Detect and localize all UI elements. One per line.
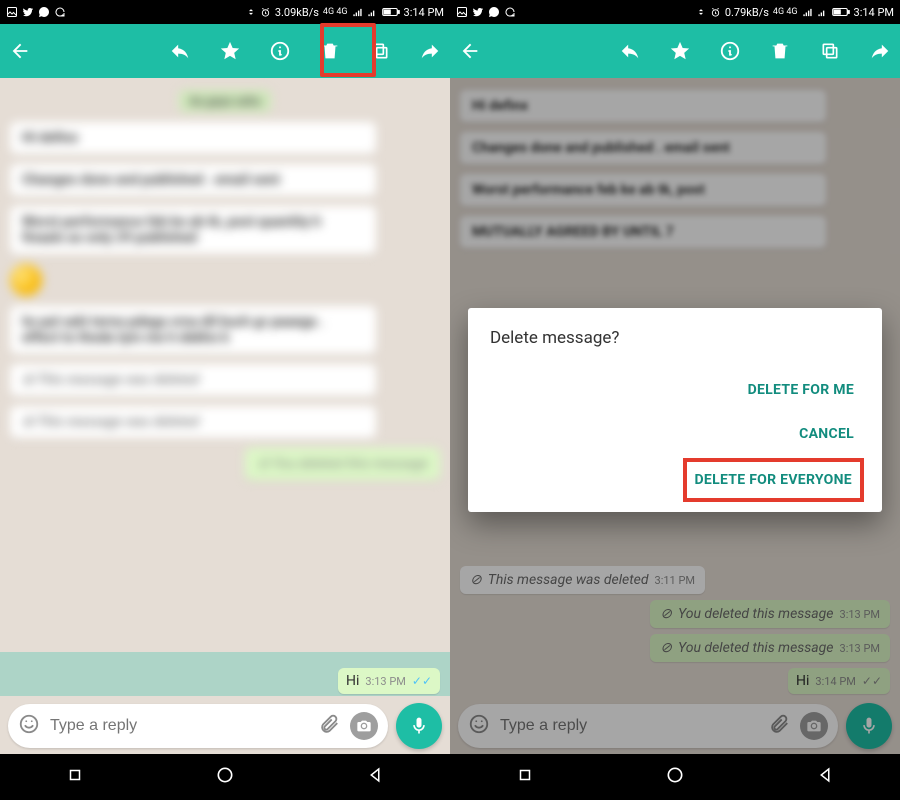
message-time: 3:13 PM [365, 675, 405, 688]
star-icon[interactable] [668, 39, 692, 63]
time-label: 3:14 PM [854, 6, 894, 19]
forward-icon[interactable] [868, 39, 892, 63]
forward-icon[interactable] [418, 39, 442, 63]
back-nav-icon[interactable] [366, 766, 384, 788]
speed-label: 0.79kB/s [725, 6, 769, 19]
input-row [0, 698, 450, 754]
message-text: Hi [346, 673, 359, 689]
status-left [6, 6, 66, 18]
chat-body: Hi definx Changes done and published . e… [450, 78, 900, 754]
status-bar: 0.79kB/s 4G 4G 3:14 PM [450, 0, 900, 24]
image-icon [6, 6, 18, 18]
action-bar [450, 24, 900, 78]
reply-input[interactable] [50, 717, 308, 735]
message-hi[interactable]: Hi 3:13 PM ✓✓ [338, 668, 440, 694]
bird-icon [22, 6, 34, 18]
attach-icon[interactable] [318, 713, 340, 739]
phone-left: 3.09kB/s 4G 4G 3:14 PM Aa gaya sahu Hi d… [0, 0, 450, 800]
signal-icon [352, 7, 363, 18]
cancel-button[interactable]: CANCEL [789, 412, 864, 456]
signal-icon [802, 7, 813, 18]
status-bar: 3.09kB/s 4G 4G 3:14 PM [0, 0, 450, 24]
chat-body: Aa gaya sahu Hi definx Changes done and … [0, 78, 450, 754]
back-icon[interactable] [458, 39, 482, 63]
reply-icon[interactable] [618, 39, 642, 63]
info-icon[interactable] [718, 39, 742, 63]
updown-icon [696, 7, 706, 17]
back-nav-icon[interactable] [816, 766, 834, 788]
read-ticks-icon: ✓✓ [412, 674, 432, 688]
signal2-icon [367, 7, 378, 18]
home-icon[interactable] [665, 765, 685, 789]
visible-messages: Hi 3:13 PM ✓✓ [0, 668, 450, 694]
sync-icon [504, 6, 516, 18]
image-icon [456, 6, 468, 18]
delete-icon[interactable] [768, 39, 792, 63]
action-bar [0, 24, 450, 78]
bird-icon [472, 6, 484, 18]
whatsapp-status-icon [38, 6, 50, 18]
nav-bar [450, 754, 900, 800]
camera-icon[interactable] [350, 712, 378, 740]
dialog-title: Delete message? [490, 328, 864, 348]
battery-icon [382, 7, 400, 17]
battery-icon [832, 7, 850, 17]
copy-icon[interactable] [368, 39, 392, 63]
delete-dialog: Delete message? DELETE FOR ME CANCEL DEL… [468, 308, 882, 512]
mic-button[interactable] [396, 703, 442, 749]
nav-bar [0, 754, 450, 800]
status-right: 3.09kB/s 4G 4G 3:14 PM [246, 6, 444, 19]
delete-icon[interactable] [318, 39, 342, 63]
net-label: 4G 4G [323, 7, 348, 17]
reply-icon[interactable] [168, 39, 192, 63]
alarm-icon [260, 7, 271, 18]
phone-right: 0.79kB/s 4G 4G 3:14 PM Hi definx Changes… [450, 0, 900, 800]
home-icon[interactable] [215, 765, 235, 789]
recents-icon[interactable] [66, 766, 84, 788]
copy-icon[interactable] [818, 39, 842, 63]
back-icon[interactable] [8, 39, 32, 63]
whatsapp-status-icon [488, 6, 500, 18]
info-icon[interactable] [268, 39, 292, 63]
alarm-icon [710, 7, 721, 18]
net-label: 4G 4G [773, 7, 798, 17]
delete-for-everyone-button[interactable]: DELETE FOR EVERYONE [683, 458, 865, 502]
recents-icon[interactable] [516, 766, 534, 788]
input-pill[interactable] [8, 704, 388, 748]
speed-label: 3.09kB/s [275, 6, 319, 19]
star-icon[interactable] [218, 39, 242, 63]
sync-icon [54, 6, 66, 18]
emoji-icon[interactable] [18, 713, 40, 739]
signal2-icon [817, 7, 828, 18]
time-label: 3:14 PM [404, 6, 444, 19]
delete-for-me-button[interactable]: DELETE FOR ME [738, 368, 864, 412]
updown-icon [246, 7, 256, 17]
